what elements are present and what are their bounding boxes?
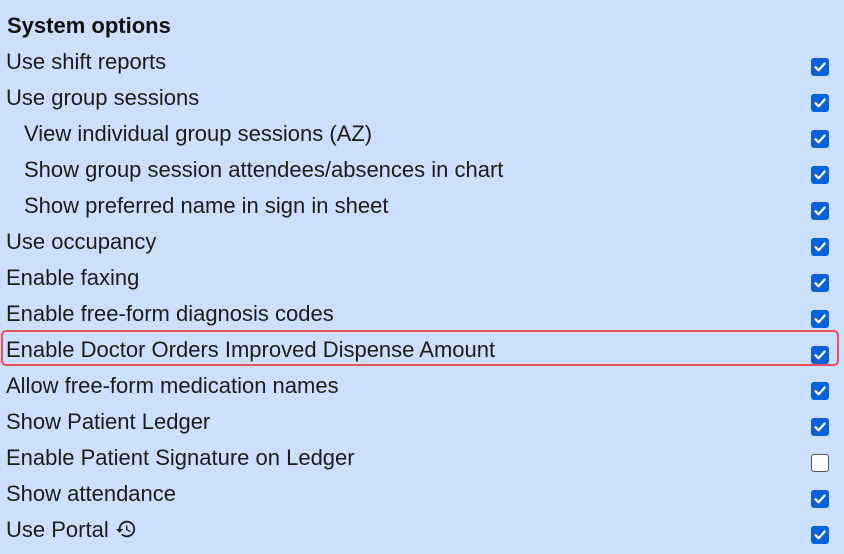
use-portal-checkbox[interactable]	[811, 526, 829, 544]
option-row-show-patient-ledger: Show Patient Ledger	[0, 405, 844, 441]
use-group-sessions-checkbox[interactable]	[811, 94, 829, 112]
use-shift-reports-checkbox[interactable]	[811, 58, 829, 76]
allow-free-form-medication-names-checkbox[interactable]	[811, 382, 829, 400]
enable-doctor-orders-improved-dispense-amount-checkbox[interactable]	[811, 346, 829, 364]
option-label-container: Use Portal	[6, 516, 137, 544]
show-attendance-checkbox[interactable]	[811, 490, 829, 508]
option-label: Enable faxing	[6, 265, 140, 290]
option-label: Use group sessions	[6, 85, 200, 110]
checkmark-icon	[814, 350, 826, 360]
enable-free-form-diagnosis-codes-checkbox[interactable]	[811, 310, 829, 328]
checkmark-icon	[814, 242, 826, 252]
option-label: Allow free-form medication names	[6, 373, 339, 398]
option-label: Use occupancy	[6, 229, 157, 254]
view-individual-group-sessions-checkbox[interactable]	[811, 130, 829, 148]
option-row-use-shift-reports: Use shift reports	[0, 45, 844, 81]
option-row-use-portal: Use Portal	[0, 513, 844, 549]
history-icon[interactable]	[115, 518, 137, 540]
enable-patient-signature-on-ledger-checkbox[interactable]	[811, 454, 829, 472]
option-row-enable-faxing: Enable faxing	[0, 261, 844, 297]
checkmark-icon	[814, 98, 826, 108]
option-row-use-occupancy: Use occupancy	[0, 225, 844, 261]
option-label: Use Portal	[6, 517, 109, 542]
option-row-show-group-session-attendees: Show group session attendees/absences in…	[0, 153, 844, 189]
checkmark-icon	[814, 278, 826, 288]
option-label: Use shift reports	[6, 49, 167, 74]
option-row-enable-doctor-orders-improved-dispense-amount: Enable Doctor Orders Improved Dispense A…	[0, 330, 844, 369]
options-list: Use shift reports Use group sessions Vie…	[0, 45, 844, 549]
option-row-enable-free-form-diagnosis-codes: Enable free-form diagnosis codes	[0, 297, 844, 333]
option-label: Show preferred name in sign in sheet	[24, 193, 389, 218]
section-title: System options	[7, 13, 171, 38]
option-label: Enable Doctor Orders Improved Dispense A…	[6, 337, 496, 362]
checkmark-icon	[814, 62, 826, 72]
checkmark-icon	[814, 170, 826, 180]
option-label: Show Patient Ledger	[6, 409, 211, 434]
checkmark-icon	[814, 386, 826, 396]
show-patient-ledger-checkbox[interactable]	[811, 418, 829, 436]
use-occupancy-checkbox[interactable]	[811, 238, 829, 256]
checkmark-icon	[814, 422, 826, 432]
option-row-show-preferred-name: Show preferred name in sign in sheet	[0, 189, 844, 225]
checkmark-icon	[814, 494, 826, 504]
system-options-panel: System options Use shift reports Use gro…	[0, 0, 844, 554]
option-label: View individual group sessions (AZ)	[24, 121, 373, 146]
option-label: Show group session attendees/absences in…	[24, 157, 504, 182]
show-group-session-attendees-checkbox[interactable]	[811, 166, 829, 184]
checkmark-icon	[814, 314, 826, 324]
option-row-view-individual-group-sessions: View individual group sessions (AZ)	[0, 117, 844, 153]
option-row-show-attendance: Show attendance	[0, 477, 844, 513]
option-row-enable-patient-signature-on-ledger: Enable Patient Signature on Ledger	[0, 441, 844, 477]
enable-faxing-checkbox[interactable]	[811, 274, 829, 292]
option-label: Enable Patient Signature on Ledger	[6, 445, 355, 470]
checkmark-icon	[814, 206, 826, 216]
option-label: Enable free-form diagnosis codes	[6, 301, 334, 326]
checkmark-icon	[814, 134, 826, 144]
option-label: Show attendance	[6, 481, 177, 506]
checkmark-icon	[814, 530, 826, 540]
option-row-allow-free-form-medication-names: Allow free-form medication names	[0, 369, 844, 405]
show-preferred-name-checkbox[interactable]	[811, 202, 829, 220]
option-row-use-group-sessions: Use group sessions	[0, 81, 844, 117]
